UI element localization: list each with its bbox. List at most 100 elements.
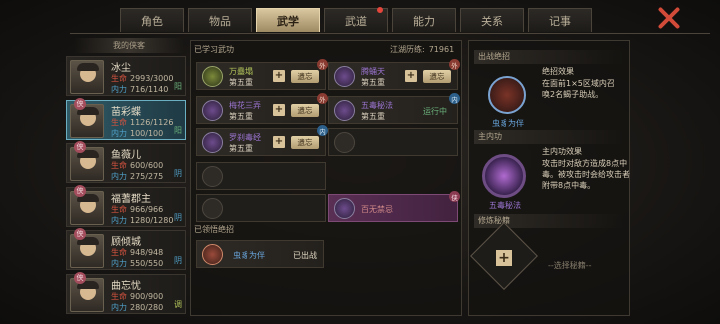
skill-name: 百无禁忌 [361, 205, 393, 214]
forget-button[interactable]: 遗忘 [291, 104, 319, 117]
character-card[interactable]: 侠福蓍郡主 生命 966/966 内力 1280/1280 阴 [66, 184, 186, 227]
empty-skill-slot[interactable] [196, 194, 326, 222]
practice-header: 修炼秘籍 [474, 214, 624, 228]
skill-slot[interactable]: 梅花三弄 第五重 + 遗忘外 [196, 93, 328, 124]
mp-label: 内力 [111, 128, 127, 138]
empty-skill-slot[interactable] [328, 128, 458, 156]
divider [70, 33, 710, 34]
inner-art-icon[interactable] [482, 154, 526, 198]
learned-header: 已学习武功 [194, 45, 234, 54]
empty-slot-icon [334, 132, 355, 153]
hp-value: 2993/3000 [130, 74, 174, 83]
mp-value: 1280/1280 [130, 215, 174, 225]
mp-stat: 内力 550/550 [111, 258, 163, 269]
tab-label: 武道 [345, 14, 367, 28]
mp-label: 内力 [111, 172, 127, 181]
skill-name: 罗刹毒经 [229, 133, 261, 142]
skill-level: 第五重 [229, 78, 253, 87]
main-tabs: 角色 物品 武学 武道 能力 关系 记事 [120, 7, 592, 34]
ultimate-slot[interactable]: 虫豸为伴 已出战 [196, 240, 324, 268]
tab-character[interactable]: 角色 [120, 8, 184, 32]
upgrade-button[interactable]: + [273, 104, 285, 116]
skill-name: 五毒秘法 [361, 101, 393, 110]
ultimate-header: 出战绝招 [474, 50, 624, 64]
character-name: 苗彩蝶 [111, 106, 141, 118]
mp-value: 100/100 [130, 128, 164, 138]
tab-martial-arts[interactable]: 武学 [256, 8, 320, 32]
tab-label: 角色 [141, 14, 163, 28]
skill-type-badge: 侠 [449, 191, 460, 202]
hero-badge: 侠 [74, 141, 86, 153]
hp-stat: 生命 900/900 [111, 291, 163, 302]
alignment-tag: 调 [174, 299, 182, 309]
skill-slot[interactable]: 五毒秘法 第五重 运行中内 [328, 93, 460, 124]
running-status: 运行中 [423, 107, 447, 116]
skill-name: 梅花三弄 [229, 101, 261, 110]
roster-header: 我的侠客 [74, 38, 184, 53]
mp-label: 内力 [111, 259, 127, 268]
ultimate-name: 虫豸为伴 [233, 251, 265, 260]
tab-items[interactable]: 物品 [188, 8, 252, 32]
hp-stat: 生命 600/600 [111, 160, 163, 171]
hero-badge: 侠 [74, 184, 86, 197]
hp-stat: 生命 2993/3000 [111, 73, 173, 84]
empty-slot-icon [202, 198, 223, 219]
hp-label: 生命 [111, 248, 127, 257]
skill-name: 万蠱塌 [229, 67, 253, 76]
skill-icon [334, 100, 355, 121]
skill-name: 腾蛹天 [361, 67, 385, 76]
tab-abilities[interactable]: 能力 [392, 8, 456, 32]
alignment-tag: 阴 [174, 169, 182, 178]
skill-type-badge: 内 [317, 125, 328, 136]
empty-slot-icon [202, 166, 223, 187]
hp-value: 900/900 [130, 291, 164, 301]
character-card[interactable]: 侠苗彩蝶 生命 1126/1126 内力 100/100 阳 [66, 97, 186, 140]
tab-journal[interactable]: 记事 [528, 8, 592, 32]
alignment-tag: 阳 [174, 125, 182, 135]
hp-value: 966/966 [130, 204, 164, 214]
skill-slot[interactable]: 万蠱塌 第五重 + 遗忘外 [196, 59, 328, 90]
character-name: 冰尘 [111, 63, 131, 74]
ultimate-effect-text: 在面前1×5区域内召唤2名蝎子助战。 [542, 79, 615, 99]
forget-button[interactable]: 遗忘 [423, 70, 451, 83]
mp-value: 280/280 [130, 302, 164, 312]
character-card[interactable]: 侠顾倾城 生命 948/948 内力 550/550 阴 [66, 228, 186, 270]
hp-label: 生命 [111, 161, 127, 170]
character-name: 曲忘忧 [111, 280, 141, 292]
upgrade-button[interactable]: + [405, 70, 417, 82]
character-list: 冰尘 生命 2993/3000 内力 716/1140 阳侠苗彩蝶 生命 1126/1126 内… [66, 56, 186, 317]
forget-button[interactable]: 遗忘 [291, 70, 319, 83]
avatar [70, 190, 104, 225]
tab-label: 武学 [277, 14, 299, 28]
tab-relations[interactable]: 关系 [460, 8, 524, 32]
ultimate-icon[interactable] [488, 76, 526, 114]
add-manual-button[interactable]: + [496, 250, 512, 266]
tab-martial-way[interactable]: 武道 [324, 7, 388, 32]
mp-stat: 内力 100/100 [111, 128, 163, 139]
ultimate-icon-label: 虫豸为伴 [492, 119, 524, 128]
skill-slot[interactable]: 腾蛹天 第五重 + 遗忘外 [328, 59, 460, 90]
comprehended-header: 已领悟绝招 [194, 225, 234, 234]
character-card[interactable]: 冰尘 生命 2993/3000 内力 716/1140 阳 [66, 56, 186, 96]
jianghu-label: 江湖历练: [390, 45, 425, 54]
mp-value: 275/275 [130, 172, 164, 181]
skill-icon [334, 198, 355, 219]
upgrade-button[interactable]: + [273, 136, 285, 148]
skill-icon [202, 100, 223, 121]
character-card[interactable]: 侠鱼薇儿 生命 600/600 内力 275/275 阴 [66, 141, 186, 183]
skill-slot[interactable]: 百无禁忌 侠 [328, 191, 460, 222]
close-icon[interactable] [656, 6, 682, 30]
mp-stat: 内力 275/275 [111, 171, 163, 182]
upgrade-button[interactable]: + [273, 70, 285, 82]
hp-label: 生命 [111, 291, 127, 301]
character-card[interactable]: 侠曲忘忧 生命 900/900 内力 280/280 调 [66, 271, 186, 314]
empty-skill-slot[interactable] [196, 162, 326, 190]
skill-type-badge: 内 [449, 93, 460, 104]
mp-label: 内力 [111, 302, 127, 312]
jianghu-value: 71961 [428, 45, 455, 54]
skill-level: 第五重 [229, 144, 253, 153]
choose-manual-text: --选择秘籍-- [548, 261, 592, 270]
skill-slot[interactable]: 罗刹毒经第五重 + 遗忘内 [196, 125, 328, 156]
avatar [70, 60, 104, 94]
forget-button[interactable]: 遗忘 [291, 136, 319, 149]
